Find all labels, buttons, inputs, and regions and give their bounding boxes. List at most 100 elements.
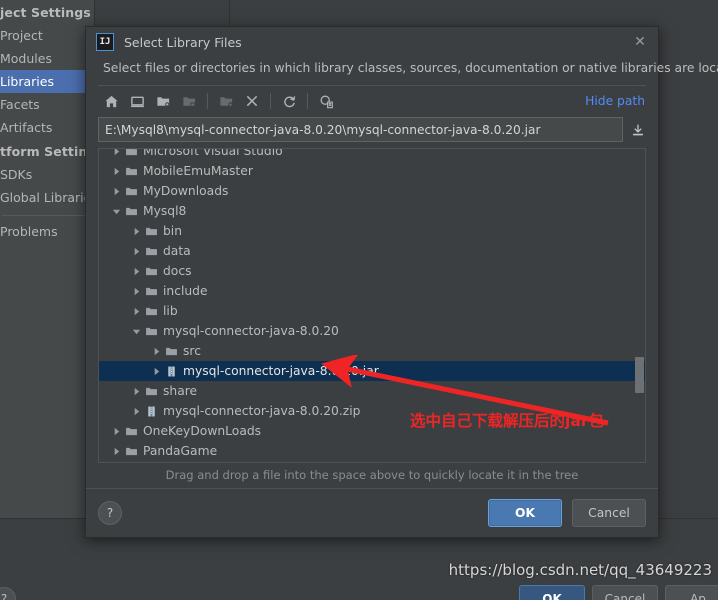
path-input[interactable]: E:\Mysql8\mysql-connector-java-8.0.20\my… bbox=[98, 117, 623, 142]
sidebar-item-project[interactable]: Project bbox=[0, 24, 94, 47]
chevron-right-icon[interactable] bbox=[129, 287, 143, 296]
tree-row-label: mysql-connector-java-8.0.20.jar bbox=[183, 364, 379, 378]
annotation-text: 选中自己下载解压后的jar包 bbox=[410, 412, 604, 430]
intellij-idea-icon: IJ bbox=[96, 33, 114, 51]
chevron-down-icon[interactable] bbox=[109, 207, 123, 216]
sidebar-item-libraries[interactable]: Libraries bbox=[0, 70, 94, 93]
settings-sidebar-list: ject Settings Project Modules Libraries Face… bbox=[0, 0, 104, 518]
sidebar-item-artifacts[interactable]: Artifacts bbox=[0, 116, 94, 139]
desktop-icon[interactable] bbox=[124, 89, 150, 113]
help-button[interactable]: ? bbox=[98, 501, 122, 525]
tree-row[interactable]: PandaGame bbox=[99, 441, 645, 461]
tree-row-label: mysql-connector-java-8.0.20 bbox=[163, 324, 339, 338]
toolbar-separator-3 bbox=[307, 93, 308, 109]
close-icon[interactable]: ✕ bbox=[630, 32, 650, 52]
tree-row[interactable]: share bbox=[99, 381, 645, 401]
tree-row[interactable]: src bbox=[99, 341, 645, 361]
tree-row[interactable]: MobileEmuMaster bbox=[99, 161, 645, 181]
tree-row-label: MobileEmuMaster bbox=[143, 164, 253, 178]
tree-row-label: Mysql8 bbox=[143, 204, 187, 218]
chevron-right-icon[interactable] bbox=[109, 149, 123, 156]
chevron-right-icon[interactable] bbox=[109, 167, 123, 176]
tree-row-label: OneKeyDownLoads bbox=[143, 424, 262, 438]
file-tree-scrollbar[interactable] bbox=[635, 149, 644, 462]
dialog-subtitle: Select files or directories in which lib… bbox=[103, 61, 718, 75]
chevron-right-icon[interactable] bbox=[129, 227, 143, 236]
delete-icon[interactable] bbox=[239, 89, 265, 113]
sidebar-item-facets[interactable]: Facets bbox=[0, 93, 94, 116]
jar-file-icon bbox=[163, 365, 180, 378]
settings-sidebar: ject Settings Project Modules Libraries Face… bbox=[0, 0, 104, 518]
cancel-button[interactable]: Cancel bbox=[572, 499, 646, 527]
folder-icon bbox=[123, 425, 140, 438]
sidebar-item-modules[interactable]: Modules bbox=[0, 47, 94, 70]
chevron-right-icon[interactable] bbox=[149, 367, 163, 376]
chevron-right-icon[interactable] bbox=[129, 247, 143, 256]
background-cancel-button[interactable]: Cancel bbox=[592, 585, 658, 600]
tree-row-label: include bbox=[163, 284, 208, 298]
tree-row[interactable]: include bbox=[99, 281, 645, 301]
folder-icon bbox=[143, 385, 160, 398]
tree-row-label: mysql-connector-java-8.0.20.zip bbox=[163, 404, 361, 418]
ok-button[interactable]: OK bbox=[488, 499, 562, 527]
select-library-files-dialog: IJ Select Library Files ✕ Select files o… bbox=[85, 26, 718, 538]
folder-icon bbox=[163, 345, 180, 358]
folder-icon bbox=[143, 245, 160, 258]
tree-row-label: bin bbox=[163, 224, 183, 238]
tree-row-label: data bbox=[163, 244, 191, 258]
toolbar-separator-1 bbox=[207, 93, 208, 109]
chevron-right-icon[interactable] bbox=[109, 427, 123, 436]
chevron-right-icon[interactable] bbox=[129, 307, 143, 316]
home-icon[interactable] bbox=[98, 89, 124, 113]
folder-icon bbox=[143, 265, 160, 278]
module-folder-icon bbox=[176, 89, 202, 113]
tree-row[interactable]: MyDownloads bbox=[99, 181, 645, 201]
tree-row[interactable]: Mysql8 bbox=[99, 201, 645, 221]
chevron-down-icon[interactable] bbox=[129, 327, 143, 336]
new-folder-icon bbox=[213, 89, 239, 113]
tree-row-label: docs bbox=[163, 264, 192, 278]
tree-row-label: src bbox=[183, 344, 201, 358]
folder-icon bbox=[143, 285, 160, 298]
refresh-icon[interactable] bbox=[276, 89, 302, 113]
tree-row-selected[interactable]: mysql-connector-java-8.0.20.jar bbox=[99, 361, 645, 381]
hide-path-link[interactable]: Hide path bbox=[585, 94, 646, 108]
chevron-right-icon[interactable] bbox=[109, 447, 123, 456]
tree-row-label: Microsoft Visual Studio bbox=[143, 148, 283, 158]
tree-row[interactable]: docs bbox=[99, 261, 645, 281]
drop-hint-text: Drag and drop a file into the space abov… bbox=[165, 468, 579, 482]
chevron-right-icon[interactable] bbox=[129, 407, 143, 416]
sidebar-divider bbox=[2, 215, 92, 216]
dialog-titlebar: IJ Select Library Files ✕ bbox=[86, 27, 658, 57]
folder-icon bbox=[143, 325, 160, 338]
tree-row[interactable]: pr bbox=[99, 461, 645, 462]
sidebar-group-ject-settings: ject Settings bbox=[0, 5, 91, 20]
download-icon[interactable] bbox=[630, 123, 646, 137]
folder-icon bbox=[123, 185, 140, 198]
file-tree-scrollbar-thumb[interactable] bbox=[635, 357, 644, 393]
tree-row[interactable]: mysql-connector-java-8.0.20 bbox=[99, 321, 645, 341]
show-hidden-files-icon[interactable] bbox=[313, 89, 339, 113]
tree-row-label: PandaGame bbox=[143, 444, 218, 458]
chevron-right-icon[interactable] bbox=[109, 187, 123, 196]
file-chooser-toolbar: Hide path bbox=[86, 86, 658, 116]
sidebar-item-global-libraries[interactable]: Global Libraries bbox=[0, 186, 98, 209]
chevron-right-icon[interactable] bbox=[149, 347, 163, 356]
dialog-title: Select Library Files bbox=[124, 34, 242, 50]
csdn-watermark: https://blog.csdn.net/qq_43649223 bbox=[448, 561, 712, 579]
sidebar-item-sdks[interactable]: SDKs bbox=[0, 163, 94, 186]
chevron-right-icon[interactable] bbox=[129, 387, 143, 396]
project-folder-icon[interactable] bbox=[150, 89, 176, 113]
background-apply-button[interactable]: Ap bbox=[665, 585, 718, 600]
tree-row-label: lib bbox=[163, 304, 178, 318]
background-ok-button[interactable]: OK bbox=[519, 585, 585, 600]
tree-row[interactable]: data bbox=[99, 241, 645, 261]
tree-row[interactable]: bin bbox=[99, 221, 645, 241]
chevron-right-icon[interactable] bbox=[129, 267, 143, 276]
tree-row-label: MyDownloads bbox=[143, 184, 229, 198]
sidebar-item-problems[interactable]: Problems bbox=[0, 220, 94, 243]
background-help-button[interactable]: ? bbox=[0, 587, 16, 600]
tree-row[interactable]: lib bbox=[99, 301, 645, 321]
folder-icon bbox=[123, 149, 140, 158]
tree-row[interactable]: Microsoft Visual Studio bbox=[99, 148, 645, 161]
